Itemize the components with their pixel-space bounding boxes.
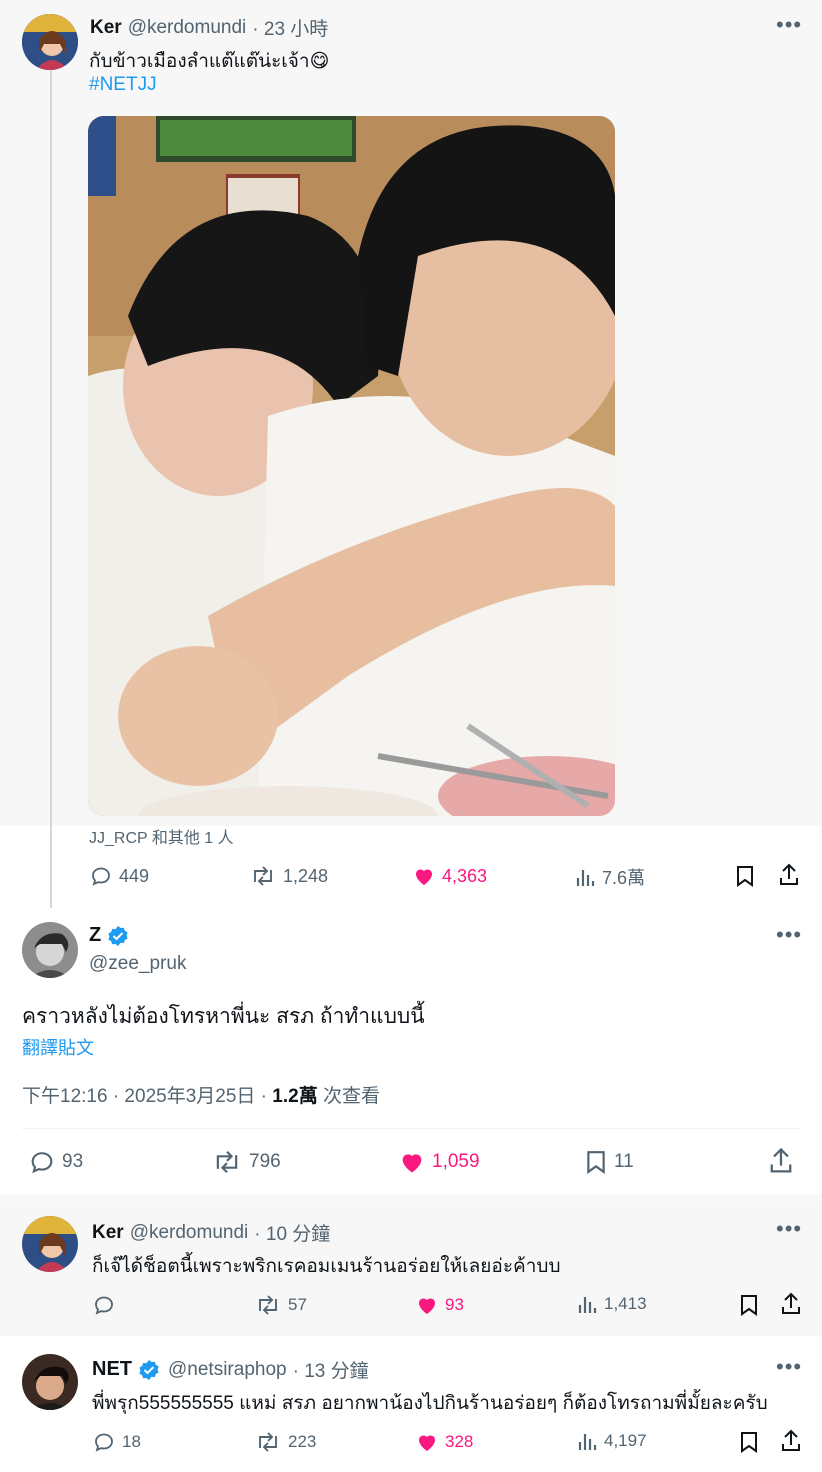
more-options-icon[interactable]: ••• xyxy=(776,924,802,946)
reply-button[interactable] xyxy=(92,1293,122,1317)
avatar[interactable] xyxy=(22,1354,78,1410)
reply-icon xyxy=(89,864,113,888)
retweet-button[interactable]: 1,248 xyxy=(249,864,328,888)
share-button[interactable] xyxy=(767,1146,795,1176)
author-name[interactable]: Z xyxy=(89,924,101,947)
views-count: 1.2萬 xyxy=(272,1086,318,1107)
analytics-icon xyxy=(576,1430,598,1452)
like-button[interactable]: 328 xyxy=(415,1430,473,1454)
verified-badge-icon xyxy=(138,1359,160,1381)
views-label: 次查看 xyxy=(317,1086,380,1107)
views-button[interactable]: 4,197 xyxy=(576,1430,647,1452)
post-time[interactable]: · 10 分鐘 xyxy=(254,1219,330,1246)
reply-button[interactable]: 93 xyxy=(28,1148,83,1176)
share-icon xyxy=(777,862,801,888)
reply-count: 93 xyxy=(62,1151,84,1172)
reply-count: 449 xyxy=(119,865,150,886)
reply-icon xyxy=(92,1293,116,1317)
share-button[interactable] xyxy=(779,1428,803,1454)
bookmark-icon xyxy=(734,864,756,888)
heart-filled-icon xyxy=(415,1430,439,1454)
like-button[interactable]: 93 xyxy=(415,1293,464,1317)
analytics-icon xyxy=(574,866,596,888)
more-options-icon[interactable]: ••• xyxy=(776,1356,802,1378)
bookmark-icon xyxy=(738,1293,760,1317)
reply-icon xyxy=(92,1430,116,1454)
avatar[interactable] xyxy=(22,922,78,978)
like-button[interactable]: 1,059 xyxy=(398,1148,480,1176)
heart-filled-icon xyxy=(415,1293,439,1317)
author-handle[interactable]: @netsiraphop xyxy=(168,1359,287,1381)
author-name[interactable]: NET xyxy=(92,1358,132,1381)
tweet-text: พี่พรุก555555555 แหม่ สรภ อยากพาน้องไปกิ… xyxy=(92,1393,768,1414)
heart-filled-icon xyxy=(412,864,436,888)
like-count: 328 xyxy=(445,1432,474,1451)
retweet-button[interactable]: 796 xyxy=(211,1148,281,1176)
avatar[interactable] xyxy=(22,14,78,70)
share-button[interactable] xyxy=(779,1291,803,1317)
like-count: 4,363 xyxy=(442,865,488,886)
bookmark-button[interactable] xyxy=(734,864,756,888)
share-icon xyxy=(767,1146,795,1176)
author-handle[interactable]: @zee_pruk xyxy=(89,953,186,975)
divider xyxy=(22,1128,800,1129)
heart-filled-icon xyxy=(398,1148,426,1176)
like-count: 1,059 xyxy=(432,1151,480,1172)
post-time[interactable]: · 23 小時 xyxy=(252,14,328,41)
author-name[interactable]: Ker xyxy=(90,17,122,39)
bookmark-button[interactable]: 11 xyxy=(584,1148,634,1176)
reply-icon xyxy=(28,1148,56,1176)
retweet-count: 223 xyxy=(288,1432,317,1451)
avatar[interactable] xyxy=(22,1216,78,1272)
bookmark-button[interactable] xyxy=(738,1430,760,1454)
tweet-text: กับข้าวเมืองลำแต๊แต๊น่ะเจ้า😋 xyxy=(89,51,330,72)
retweet-count: 1,248 xyxy=(283,865,329,886)
bookmark-icon xyxy=(738,1430,760,1454)
retweet-icon xyxy=(211,1148,243,1176)
tweet-photo[interactable] xyxy=(88,116,615,816)
author-name[interactable]: Ker xyxy=(92,1222,124,1244)
retweet-icon xyxy=(254,1430,282,1454)
views-count: 4,197 xyxy=(604,1431,647,1450)
bookmark-button[interactable] xyxy=(738,1293,760,1317)
like-count: 93 xyxy=(445,1295,464,1314)
more-options-icon[interactable]: ••• xyxy=(776,14,802,36)
retweet-count: 796 xyxy=(249,1151,281,1172)
bookmark-count: 11 xyxy=(614,1151,634,1172)
author-handle[interactable]: @kerdomundi xyxy=(128,17,247,39)
tagged-users[interactable]: JJ_RCP 和其他 1 人 xyxy=(89,824,234,848)
thread-line xyxy=(50,70,52,908)
retweet-icon xyxy=(249,864,277,888)
section-gap xyxy=(0,1194,822,1202)
share-button[interactable] xyxy=(777,862,801,888)
tweet-text: ก็เจ๊ได้ช็อตนี้เพราะพริกเรคอมเมนร้านอร่อ… xyxy=(92,1256,561,1277)
reply-count: 18 xyxy=(122,1432,141,1451)
views-button[interactable]: 1,413 xyxy=(576,1293,647,1315)
reply-button[interactable]: 18 xyxy=(92,1430,141,1454)
translate-link[interactable]: 翻譯貼文 xyxy=(22,1034,94,1060)
retweet-count: 57 xyxy=(288,1295,307,1314)
analytics-icon xyxy=(576,1293,598,1315)
post-time[interactable]: · 13 分鐘 xyxy=(293,1356,369,1383)
verified-badge-icon xyxy=(107,925,129,947)
retweet-button[interactable]: 223 xyxy=(254,1430,316,1454)
views-count: 7.6萬 xyxy=(602,868,646,888)
hashtag-link[interactable]: #NETJJ xyxy=(89,74,157,96)
views-count: 1,413 xyxy=(604,1294,647,1313)
views-button[interactable]: 7.6萬 xyxy=(574,864,645,890)
like-button[interactable]: 4,363 xyxy=(412,864,487,888)
share-icon xyxy=(779,1428,803,1454)
more-options-icon[interactable]: ••• xyxy=(776,1218,802,1240)
bookmark-icon xyxy=(584,1148,608,1176)
tweet-text: คราวหลังไม่ต้องโทรหาพี่นะ สรภ ถ้าทำแบบนี… xyxy=(22,1005,425,1028)
retweet-button[interactable]: 57 xyxy=(254,1293,307,1317)
author-handle[interactable]: @kerdomundi xyxy=(130,1222,249,1244)
retweet-icon xyxy=(254,1293,282,1317)
reply-button[interactable]: 449 xyxy=(89,864,149,888)
post-timestamp[interactable]: 下午12:16 · 2025年3月25日 · xyxy=(22,1081,272,1108)
share-icon xyxy=(779,1291,803,1317)
